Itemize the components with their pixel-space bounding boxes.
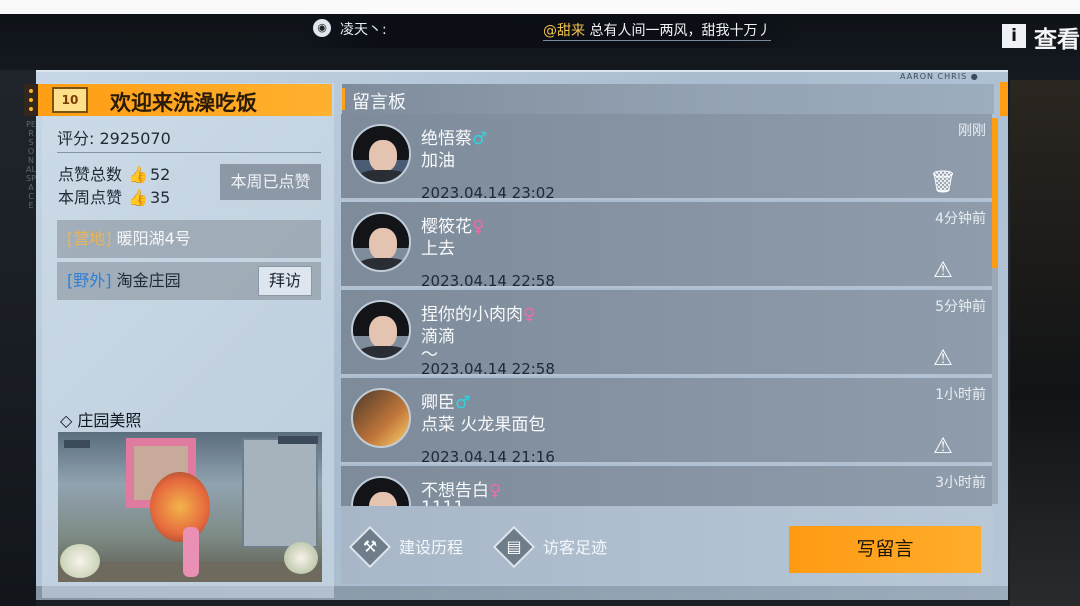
trash-icon[interactable]: 🗑 bbox=[929, 170, 957, 196]
title-side-dots bbox=[24, 84, 38, 116]
male-icon: ♂ bbox=[472, 129, 488, 149]
report-warning-icon[interactable]: ⚠ bbox=[929, 346, 957, 372]
manor-photo-title: ◇ 庄园美照 bbox=[60, 411, 142, 430]
message-date: 2023.04.14 23:02 bbox=[421, 184, 555, 202]
background-right-scene bbox=[1010, 80, 1080, 606]
message-board-title: 留言板 bbox=[352, 92, 406, 113]
personal-space-vertical-label: PERSONAL SPACE bbox=[26, 120, 36, 210]
list-item: 樱筱花♀ 上去 2023.04.14 22:58 4分钟前 ⚠ bbox=[341, 202, 992, 290]
photo-sign-left bbox=[64, 440, 90, 448]
photo-shop-window bbox=[242, 438, 318, 548]
report-warning-icon[interactable]: ⚠ bbox=[929, 434, 957, 460]
photo-character bbox=[183, 527, 199, 577]
info-icon[interactable]: i bbox=[1002, 24, 1026, 48]
panel-edge-handle bbox=[1000, 82, 1008, 116]
avatar[interactable] bbox=[351, 300, 411, 360]
message-body: 上去 bbox=[421, 239, 455, 259]
message-date: 2023.04.14 21:16 bbox=[421, 448, 555, 466]
manor-photo[interactable] bbox=[58, 432, 322, 582]
avatar[interactable] bbox=[351, 124, 411, 184]
view-label[interactable]: 查看 bbox=[1034, 20, 1080, 54]
avatar[interactable] bbox=[351, 388, 411, 448]
likes-week-row: 本周点赞 👍 35 bbox=[58, 184, 170, 208]
message-date: 2023.04.14 22:58 bbox=[421, 360, 555, 378]
camp-location[interactable]: [营地] 暖阳湖4号 bbox=[57, 220, 321, 258]
message-board-header bbox=[342, 84, 994, 114]
likes-total-label: 点赞总数 bbox=[58, 165, 123, 184]
photo-flowers-left bbox=[60, 544, 100, 578]
likes-week-value: 35 bbox=[149, 188, 171, 207]
top-status-strip bbox=[0, 0, 1080, 14]
camp-tag: [营地] bbox=[67, 229, 112, 248]
ticker-text: 总有人间一两风，甜我十万丿 bbox=[589, 23, 772, 39]
likes-total-value: 52 bbox=[149, 165, 171, 184]
list-item: 绝悟蔡♂ 加油 2023.04.14 23:02 刚刚 🗑 bbox=[341, 114, 992, 202]
message-body: 点菜 火龙果面包 bbox=[421, 415, 546, 435]
notepad-glyph: ▤ bbox=[506, 537, 522, 556]
message-body: 1111 bbox=[421, 498, 464, 506]
score-value: 2925070 bbox=[99, 129, 171, 148]
ticker-mention: @甜来 bbox=[543, 23, 585, 39]
avatar[interactable] bbox=[351, 476, 411, 506]
message-relative-time: 3小时前 bbox=[935, 475, 986, 491]
likes-total-row: 点赞总数 👍 52 bbox=[58, 161, 170, 185]
female-icon: ♀ bbox=[472, 217, 485, 237]
thumbs-up-icon: 👍 bbox=[128, 165, 148, 184]
score-label: 评分: bbox=[57, 129, 95, 148]
page-title: 欢迎来洗澡吃饭 bbox=[110, 91, 257, 115]
write-message-button[interactable]: 写留言 bbox=[789, 526, 981, 573]
build-history-button[interactable]: ⚒ 建设历程 bbox=[348, 525, 464, 569]
visitor-footprints-label: 访客足迹 bbox=[543, 538, 608, 557]
thumbs-up-icon: 👍 bbox=[128, 188, 148, 207]
message-relative-time: 刚刚 bbox=[958, 123, 986, 139]
message-list[interactable]: 绝悟蔡♂ 加油 2023.04.14 23:02 刚刚 🗑 樱筱花♀ 上去 20… bbox=[341, 114, 992, 506]
scrollbar-thumb[interactable] bbox=[992, 118, 998, 268]
hammer-glyph: ⚒ bbox=[362, 537, 378, 556]
likes-week-label: 本周点赞 bbox=[58, 188, 123, 207]
list-item: 捏你的小肉肉♀ 滴滴 ～ 2023.04.14 22:58 5分钟前 ⚠ bbox=[341, 290, 992, 378]
message-relative-time: 1小时前 bbox=[935, 387, 986, 403]
ticker-message[interactable]: @甜来 总有人间一两风，甜我十万丿 bbox=[543, 20, 772, 41]
message-date: 2023.04.14 22:58 bbox=[421, 272, 555, 290]
avatar[interactable] bbox=[351, 212, 411, 272]
photo-flowers-right bbox=[284, 542, 318, 574]
female-icon: ♀ bbox=[523, 305, 536, 325]
female-icon: ♀ bbox=[489, 481, 502, 501]
message-relative-time: 4分钟前 bbox=[935, 211, 986, 227]
wild-name: 淘金庄园 bbox=[116, 271, 181, 290]
build-history-label: 建设历程 bbox=[399, 538, 464, 557]
level-badge: 10 bbox=[52, 87, 88, 113]
visitor-footprints-button[interactable]: ▤ 访客足迹 bbox=[492, 525, 608, 569]
ticker-sender: 凌天丶: bbox=[340, 22, 387, 38]
wild-tag: [野外] bbox=[67, 271, 112, 290]
panel-deco-text: AARON CHRIS ● bbox=[900, 72, 979, 81]
visit-button[interactable]: 拜访 bbox=[258, 266, 312, 296]
photo-sign-right bbox=[278, 436, 318, 444]
divider bbox=[57, 152, 321, 153]
report-warning-icon[interactable]: ⚠ bbox=[929, 258, 957, 284]
message-relative-time: 5分钟前 bbox=[935, 299, 986, 315]
board-accent bbox=[342, 88, 345, 110]
photo-decor-tree bbox=[150, 472, 210, 542]
score-row: 评分: 2925070 bbox=[57, 125, 171, 149]
week-liked-button[interactable]: 本周已点赞 bbox=[219, 163, 322, 201]
camp-name: 暖阳湖4号 bbox=[116, 229, 191, 248]
message-body: 加油 bbox=[421, 151, 455, 171]
chat-bubble-icon: ◉ bbox=[313, 19, 331, 37]
list-item: 卿臣♂ 点菜 火龙果面包 2023.04.14 21:16 1小时前 ⚠ bbox=[341, 378, 992, 466]
list-item: 不想告白♀ 1111 3小时前 bbox=[341, 466, 992, 506]
